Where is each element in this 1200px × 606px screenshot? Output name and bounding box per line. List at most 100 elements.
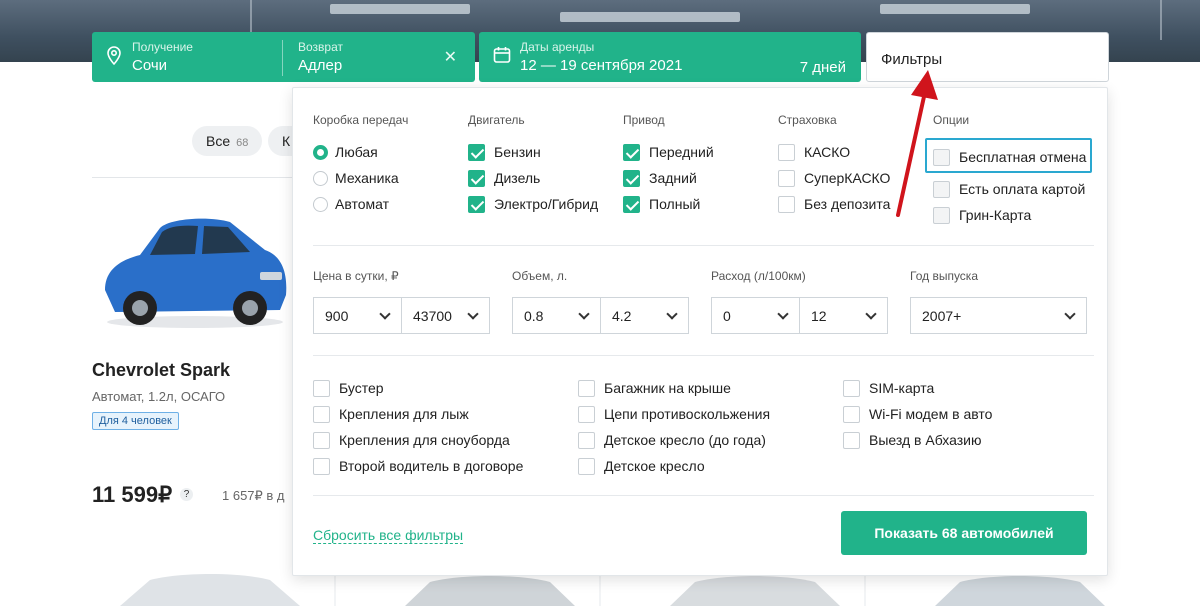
volume-from-select[interactable]: 0.8 [512,297,601,334]
hero-boat [560,12,740,22]
checkbox[interactable] [468,195,485,213]
radio-any[interactable]: Любая [313,143,378,161]
checkbox-awd[interactable]: Полный [623,195,700,213]
checkbox-sim-card[interactable]: SIM-карта [843,379,934,397]
checkbox-label: SIM-карта [869,380,935,396]
checkbox[interactable] [843,405,860,423]
checkbox[interactable] [933,206,950,224]
checkbox[interactable] [843,431,860,449]
checkbox-superkasko[interactable]: СуперКАСКО [778,169,890,187]
checkbox-electric[interactable]: Электро/Гибрид [468,195,598,213]
dates-field[interactable]: Даты аренды 12 — 19 сентября 2021 7 дней [479,32,861,82]
checkbox-rear[interactable]: Задний [623,169,697,187]
chevron-down-icon [666,308,678,320]
checkbox[interactable] [933,148,950,166]
checkbox[interactable] [623,143,640,161]
chevron-down-icon [1064,308,1076,320]
checkbox-child-seat[interactable]: Детское кресло [578,457,705,475]
checkbox[interactable] [778,169,795,187]
checkbox-label: Без депозита [804,196,891,212]
engine-title: Двигатель [468,113,525,127]
divider [313,495,1094,496]
price-from-select[interactable]: 900 [313,297,402,334]
chip-all[interactable]: Все 68 [192,126,263,156]
checkbox-label: Детское кресло [604,458,705,474]
checkbox[interactable] [578,457,595,475]
radio-button[interactable] [313,170,328,186]
checkbox-petrol[interactable]: Бензин [468,143,541,161]
checkbox-snow-chains[interactable]: Цепи противоскольжения [578,405,770,423]
car-spec: Автомат, 1.2л, ОСАГО [92,389,226,404]
checkbox[interactable] [468,169,485,187]
clear-icon[interactable]: ✕ [444,47,457,67]
radio-manual[interactable]: Механика [313,169,399,187]
checkbox-wifi-modem[interactable]: Wi-Fi модем в авто [843,405,992,423]
checkbox[interactable] [843,379,860,397]
hero-boat [880,4,1030,14]
checkbox[interactable] [313,457,330,475]
pickup-field[interactable]: Получение Сочи [132,40,193,74]
checkbox-abkhazia[interactable]: Выезд в Абхазию [843,431,981,449]
checkbox[interactable] [313,431,330,449]
checkbox-label: КАСКО [804,144,851,160]
filters-button[interactable]: Фильтры [866,32,1109,82]
reset-filters-link[interactable]: Сбросить все фильтры [313,527,464,544]
checkbox[interactable] [778,143,795,161]
checkbox-free-cancel[interactable]: Бесплатная отмена [933,148,1086,166]
show-results-button[interactable]: Показать 68 автомобилей [841,511,1087,555]
help-icon[interactable]: ? [180,488,193,501]
dropoff-field[interactable]: Возврат Адлер [298,40,343,74]
transmission-title: Коробка передач [313,113,409,127]
checkbox[interactable] [313,379,330,397]
checkbox-snowboard-rack[interactable]: Крепления для сноуборда [313,431,510,449]
checkbox-infant-seat[interactable]: Детское кресло (до года) [578,431,766,449]
checkbox-diesel[interactable]: Дизель [468,169,540,187]
checkbox-label: Передний [649,144,714,160]
checkbox[interactable] [623,169,640,187]
checkbox-label: Крепления для лыж [339,406,469,422]
checkbox-label: Детское кресло (до года) [604,432,766,448]
checkbox-label: Wi-Fi модем в авто [869,406,993,422]
checkbox-booster[interactable]: Бустер [313,379,384,397]
car-name[interactable]: Chevrolet Spark [92,360,230,381]
checkbox-ski-rack[interactable]: Крепления для лыж [313,405,469,423]
checkbox[interactable] [778,195,795,213]
chevron-down-icon [865,308,877,320]
checkbox-label: Бесплатная отмена [959,149,1087,165]
radio-label: Любая [335,144,378,160]
checkbox[interactable] [578,431,595,449]
checkbox-second-driver[interactable]: Второй водитель в договоре [313,457,523,475]
car-image[interactable] [100,210,290,330]
checkbox-kasko[interactable]: КАСКО [778,143,850,161]
location-field[interactable]: Получение Сочи Возврат Адлер ✕ [92,32,475,82]
divider [92,177,292,178]
checkbox-card-payment[interactable]: Есть оплата картой [933,180,1085,198]
volume-to-select[interactable]: 4.2 [600,297,689,334]
pickup-value: Сочи [132,57,168,74]
checkbox[interactable] [623,195,640,213]
checkbox-label: Дизель [494,170,541,186]
checkbox[interactable] [933,180,950,198]
price-to-select[interactable]: 43700 [401,297,490,334]
radio-automatic[interactable]: Автомат [313,195,389,213]
chevron-down-icon [467,308,479,320]
checkbox-no-deposit[interactable]: Без депозита [778,195,890,213]
consumption-to-select[interactable]: 12 [799,297,888,334]
checkbox[interactable] [578,405,595,423]
chip-label: Все [206,133,231,149]
checkbox-roof-rack[interactable]: Багажник на крыше [578,379,731,397]
dropoff-value: Адлер [298,57,343,74]
radio-button[interactable] [313,196,328,212]
checkbox-green-card[interactable]: Грин-Карта [933,206,1031,224]
days-count: 7 дней [799,59,846,76]
radio-button[interactable] [313,144,328,160]
chevron-down-icon [379,308,391,320]
year-select[interactable]: 2007+ [910,297,1087,334]
checkbox-label: Крепления для сноуборда [339,432,510,448]
checkbox[interactable] [468,143,485,161]
consumption-from-select[interactable]: 0 [711,297,800,334]
checkbox-front[interactable]: Передний [623,143,714,161]
checkbox-label: Бустер [339,380,384,396]
checkbox[interactable] [313,405,330,423]
checkbox[interactable] [578,379,595,397]
